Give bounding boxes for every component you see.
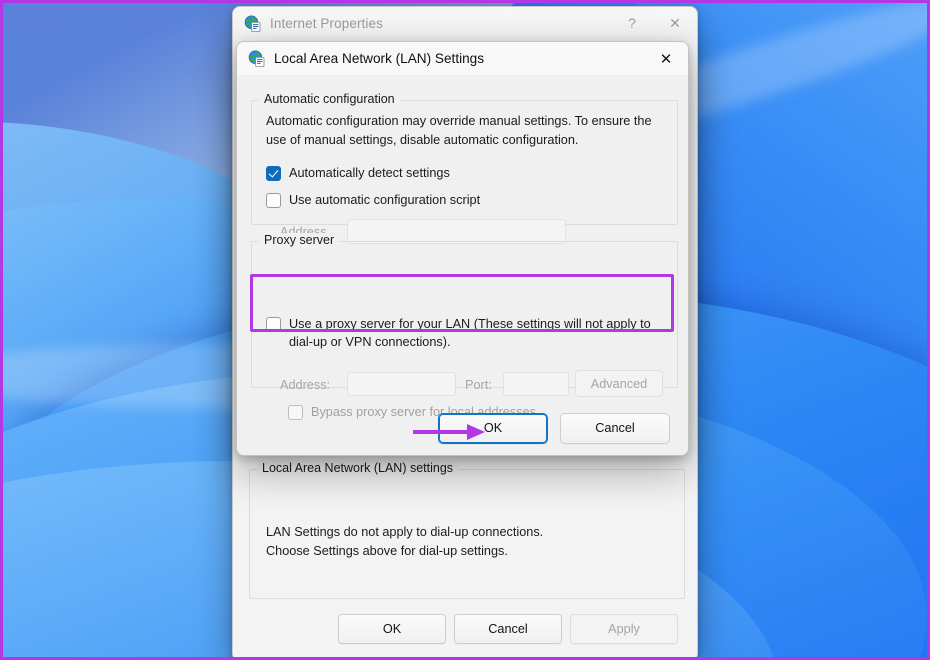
ok-button[interactable]: OK [438, 412, 548, 444]
lan-dialog-content: Automatic configuration Automatic config… [237, 75, 688, 455]
checkbox-unchecked-icon[interactable] [266, 317, 281, 332]
lan-dialog-titlebar[interactable]: Local Area Network (LAN) Settings ✕ [237, 42, 688, 76]
window-caption-buttons: ? ✕ [611, 7, 697, 39]
lan-settings-dialog[interactable]: Local Area Network (LAN) Settings ✕ Auto… [236, 41, 689, 456]
use-proxy-server-checkbox-row[interactable]: Use a proxy server for your LAN (These s… [266, 316, 661, 351]
auto-detect-settings-checkbox-row[interactable]: Automatically detect settings [266, 165, 450, 183]
use-config-script-checkbox-row[interactable]: Use automatic configuration script [266, 192, 480, 210]
proxy-address-input [347, 372, 456, 396]
proxy-server-legend: Proxy server [259, 233, 340, 247]
auto-detect-settings-label: Automatically detect settings [289, 166, 450, 180]
lan-dialog-title: Local Area Network (LAN) Settings [274, 51, 485, 66]
globe-document-icon [244, 14, 261, 32]
proxy-port-label: Port: [465, 378, 492, 392]
checkbox-unchecked-icon[interactable] [266, 193, 281, 208]
cancel-button[interactable]: Cancel [454, 614, 562, 644]
annotation-frame: Internet Properties ? ✕ Local Area Netwo… [0, 0, 930, 660]
internet-properties-title: Internet Properties [270, 15, 383, 31]
globe-document-icon [248, 50, 265, 67]
proxy-server-groupbox: Proxy server [251, 233, 678, 388]
use-config-script-label: Use automatic configuration script [289, 193, 481, 207]
automatic-configuration-legend: Automatic configuration [259, 92, 400, 106]
internet-properties-titlebar[interactable]: Internet Properties ? ✕ [233, 7, 697, 39]
advanced-button: Advanced [575, 370, 663, 397]
lan-dialog-footer: OK Cancel [237, 401, 688, 455]
checkbox-checked-icon[interactable] [266, 166, 281, 181]
cancel-button[interactable]: Cancel [560, 412, 670, 444]
lan-settings-legend: Local Area Network (LAN) settings [257, 461, 459, 475]
apply-button: Apply [570, 614, 678, 644]
close-icon[interactable]: ✕ [644, 42, 688, 75]
lan-settings-description: LAN Settings do not apply to dial-up con… [266, 525, 544, 558]
use-proxy-server-label: Use a proxy server for your LAN (These s… [289, 317, 651, 349]
automatic-configuration-description: Automatic configuration may override man… [266, 114, 652, 147]
proxy-address-label: Address: [280, 378, 331, 392]
help-icon[interactable]: ? [611, 7, 653, 39]
close-icon[interactable]: ✕ [653, 7, 697, 39]
internet-properties-footer: OK Cancel Apply [233, 599, 697, 657]
ok-button[interactable]: OK [338, 614, 446, 644]
proxy-port-input [503, 372, 569, 396]
